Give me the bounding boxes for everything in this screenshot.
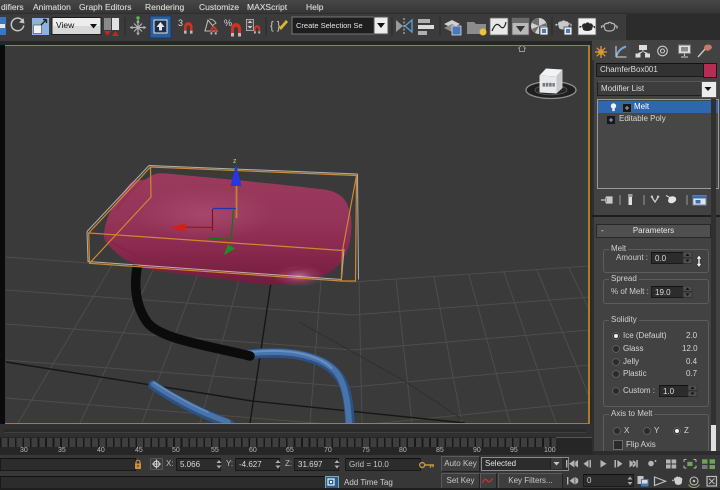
svg-text:Create Selection Se: Create Selection Se (296, 21, 363, 30)
svg-text:View: View (56, 20, 75, 30)
svg-text:{ }: { } (270, 20, 281, 32)
svg-text:%: % (224, 18, 232, 28)
svg-text:z: z (233, 158, 237, 165)
svg-text:3: 3 (178, 18, 183, 28)
